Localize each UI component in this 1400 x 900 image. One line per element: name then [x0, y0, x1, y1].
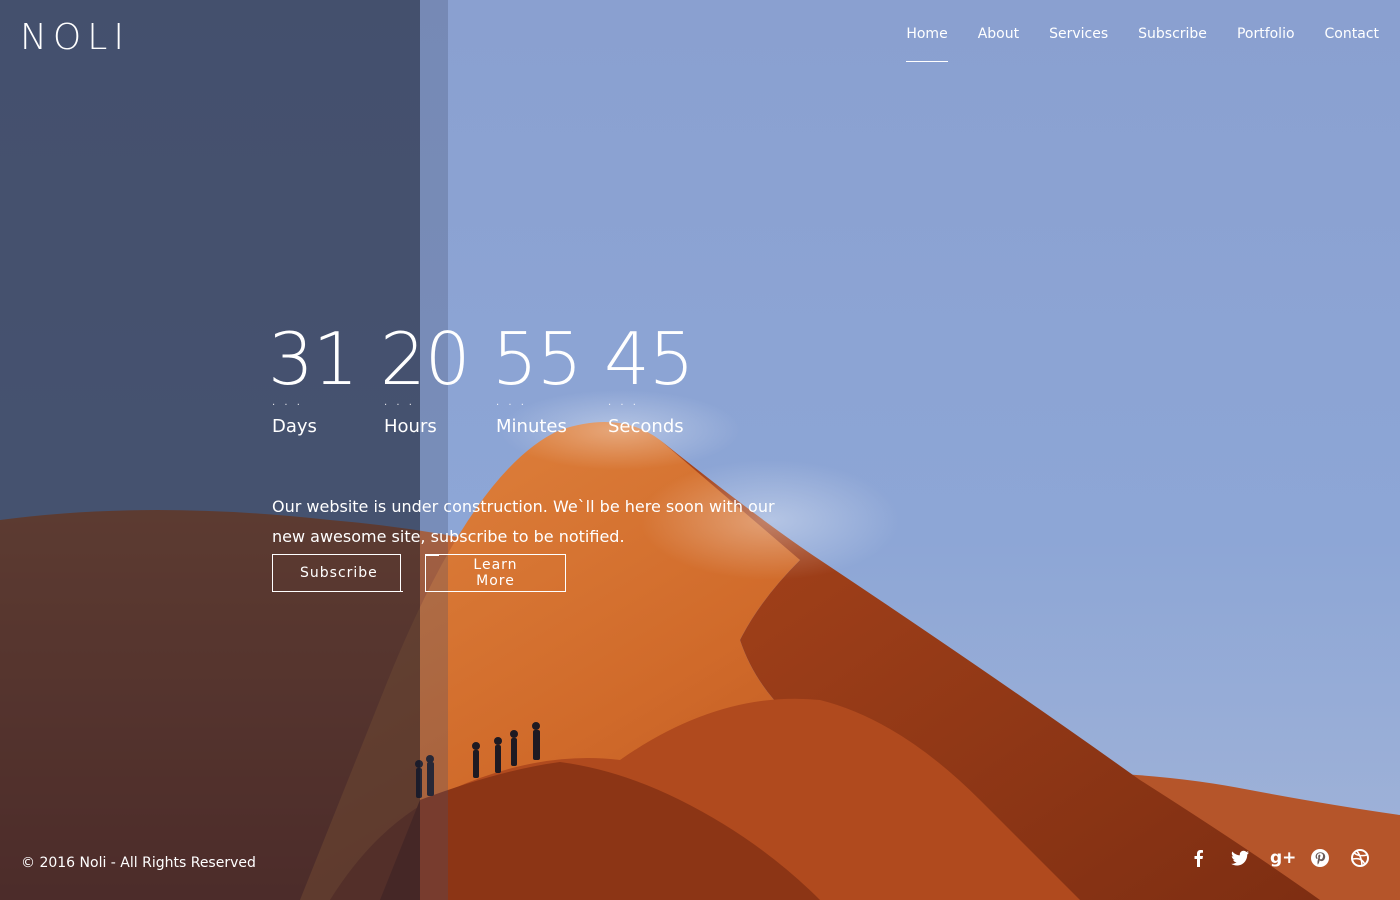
- nav-subscribe[interactable]: Subscribe: [1138, 24, 1207, 62]
- cta-buttons: Subscribe Learn More: [272, 554, 566, 592]
- social-links: g+: [1190, 848, 1369, 868]
- nav-services[interactable]: Services: [1049, 24, 1108, 62]
- countdown-dots: · · ·: [272, 400, 303, 411]
- countdown-timer: 31 · · · Days 20 · · · Hours 55 · · · Mi…: [268, 316, 716, 437]
- countdown-seconds-value: 45: [604, 317, 695, 401]
- countdown-seconds: 45 · · · Seconds: [604, 316, 716, 437]
- countdown-hours-value: 20: [380, 317, 471, 401]
- facebook-icon[interactable]: [1190, 848, 1208, 868]
- nav-portfolio[interactable]: Portfolio: [1237, 24, 1295, 62]
- dribbble-icon[interactable]: [1350, 848, 1369, 868]
- countdown-minutes: 55 · · · Minutes: [492, 316, 604, 437]
- countdown-seconds-label: Seconds: [608, 416, 684, 437]
- overlay-strip: [420, 0, 448, 900]
- main-navigation: Home About Services Subscribe Portfolio …: [906, 24, 1379, 62]
- countdown-days-value: 31: [268, 317, 359, 401]
- learn-more-button[interactable]: Learn More: [425, 554, 566, 592]
- countdown-dots: · · ·: [608, 400, 639, 411]
- countdown-hours-label: Hours: [384, 416, 437, 437]
- subscribe-button[interactable]: Subscribe: [272, 554, 403, 592]
- dark-overlay-panel: [0, 0, 420, 900]
- countdown-days-label: Days: [272, 416, 317, 437]
- google-plus-icon[interactable]: g+: [1270, 848, 1296, 868]
- nav-contact[interactable]: Contact: [1325, 24, 1379, 62]
- countdown-days: 31 · · · Days: [268, 316, 380, 437]
- copyright-text: © 2016 Noli - All Rights Reserved: [21, 855, 256, 871]
- site-logo[interactable]: NOLI: [20, 18, 130, 58]
- countdown-dots: · · ·: [496, 400, 527, 411]
- construction-message: Our website is under construction. We`ll…: [272, 497, 775, 546]
- nav-home[interactable]: Home: [906, 24, 949, 62]
- countdown-dots: · · ·: [384, 400, 415, 411]
- countdown-minutes-label: Minutes: [496, 416, 567, 437]
- twitter-icon[interactable]: [1230, 848, 1249, 868]
- countdown-minutes-value: 55: [492, 317, 583, 401]
- nav-about[interactable]: About: [978, 24, 1019, 62]
- pinterest-icon[interactable]: [1310, 848, 1329, 868]
- countdown-hours: 20 · · · Hours: [380, 316, 492, 437]
